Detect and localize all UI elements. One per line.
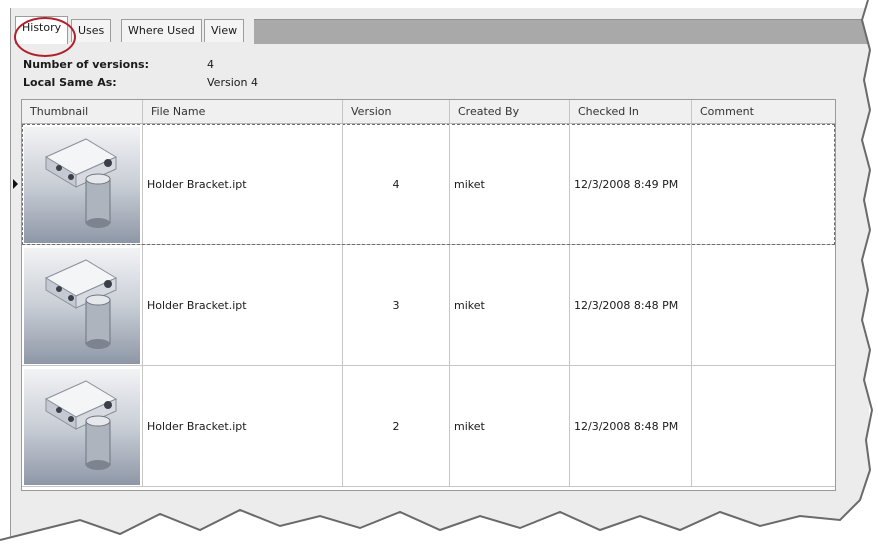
torn-paper-edge — [0, 0, 878, 554]
